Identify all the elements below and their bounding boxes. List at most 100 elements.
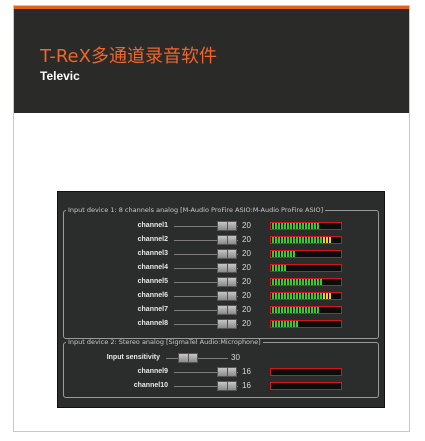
gain-value: 16	[242, 367, 251, 376]
gain-slider-knob[interactable]	[217, 235, 237, 245]
level-meter-segment	[290, 223, 292, 229]
level-meter-segment	[290, 293, 292, 299]
level-meter-segment	[299, 223, 301, 229]
level-meter-segment	[293, 223, 295, 229]
gain-value: 20	[242, 249, 251, 258]
level-meter-segment	[287, 237, 289, 243]
level-meter-segment	[329, 237, 331, 243]
level-meter-segment	[272, 279, 274, 285]
input-device-2-group: Input device 2: Stereo analog [SigmaTel …	[63, 338, 379, 398]
level-meter-segment	[323, 293, 325, 299]
level-meter	[270, 278, 342, 286]
level-meter-segment	[284, 307, 286, 313]
level-meter-segment	[287, 321, 289, 327]
level-meter-segment	[287, 251, 289, 257]
channel-label: channel6	[137, 292, 168, 299]
gain-slider-knob[interactable]	[217, 381, 237, 391]
input-device-1-group: Input device 1: 8 channels analog [M-Aud…	[63, 206, 379, 339]
level-meter-segment	[284, 321, 286, 327]
level-meter-segment	[278, 265, 280, 271]
input-sensitivity-slider[interactable]	[178, 353, 198, 363]
input-device-2-legend: Input device 2: Stereo analog [SigmaTel …	[68, 338, 261, 346]
gain-value: 16	[242, 381, 251, 390]
gain-slider-knob[interactable]	[217, 305, 237, 315]
level-meter-segment	[278, 251, 280, 257]
level-meter	[270, 250, 342, 258]
level-meter-segment	[272, 307, 274, 313]
level-meter-segment	[317, 307, 319, 313]
level-meter-segment	[314, 237, 316, 243]
level-meter-segment	[290, 237, 292, 243]
channel-label: channel7	[137, 306, 168, 313]
level-meter-segment	[302, 223, 304, 229]
level-meter-segment	[326, 293, 328, 299]
level-meter-segment	[278, 223, 280, 229]
level-meter-segment	[272, 321, 274, 327]
input-device-1-legend: Input device 1: 8 channels analog [M-Aud…	[68, 206, 324, 214]
level-meter-segment	[275, 321, 277, 327]
level-meter-segment	[320, 293, 322, 299]
channel-label: channel10	[133, 382, 168, 389]
level-meter-segment	[320, 237, 322, 243]
level-meter-segment	[296, 293, 298, 299]
level-meter-segment	[305, 293, 307, 299]
level-meter-segment	[272, 293, 274, 299]
level-meter-segment	[284, 293, 286, 299]
level-meter-segment	[290, 279, 292, 285]
gain-slider-knob[interactable]	[217, 319, 237, 329]
gain-slider-knob[interactable]	[217, 277, 237, 287]
level-meter-segment	[281, 237, 283, 243]
level-meter-segment	[281, 321, 283, 327]
level-meter	[270, 236, 342, 244]
level-meter-segment	[311, 237, 313, 243]
level-meter-segment	[275, 223, 277, 229]
level-meter-segment	[284, 279, 286, 285]
channel-row: channel7 20	[64, 304, 378, 316]
level-meter-segment	[278, 307, 280, 313]
level-meter	[270, 292, 342, 300]
channel-label: channel4	[137, 264, 168, 271]
level-meter-segment	[281, 279, 283, 285]
level-meter-segment	[308, 223, 310, 229]
level-meter-segment	[296, 223, 298, 229]
gain-slider-knob[interactable]	[217, 263, 237, 273]
level-meter-segment	[302, 279, 304, 285]
level-meter-segment	[311, 223, 313, 229]
level-meter-segment	[299, 237, 301, 243]
level-meter-segment	[275, 265, 277, 271]
level-meter	[270, 264, 342, 272]
level-meter-segment	[302, 307, 304, 313]
channel-row: channel5 20	[64, 276, 378, 288]
gain-slider-knob[interactable]	[217, 249, 237, 259]
channel-row: channel1 20	[64, 220, 378, 232]
channel-label: channel2	[137, 236, 168, 243]
level-meter-segment	[293, 321, 295, 327]
level-meter-segment	[311, 307, 313, 313]
level-meter-segment	[284, 265, 286, 271]
level-meter-segment	[311, 293, 313, 299]
level-meter-segment	[311, 279, 313, 285]
product-card: T-ReX多通道录音软件 Televic Input device 1: 8 c…	[13, 5, 410, 432]
level-meter-segment	[326, 237, 328, 243]
level-meter-segment	[284, 251, 286, 257]
level-meter	[270, 382, 342, 390]
level-meter-segment	[305, 237, 307, 243]
level-meter-segment	[314, 279, 316, 285]
gain-slider-knob[interactable]	[217, 367, 237, 377]
gain-slider-knob[interactable]	[217, 221, 237, 231]
level-meter-segment	[293, 307, 295, 313]
channel-label: channel1	[137, 222, 168, 229]
level-meter-segment	[317, 223, 319, 229]
channel-row: channel6 20	[64, 290, 378, 302]
level-meter-segment	[296, 307, 298, 313]
level-meter-segment	[329, 293, 331, 299]
gain-value: 20	[242, 263, 251, 272]
level-meter	[270, 320, 342, 328]
gain-slider-knob[interactable]	[217, 291, 237, 301]
level-meter-segment	[317, 237, 319, 243]
channel-label: channel9	[137, 368, 168, 375]
level-meter-segment	[314, 307, 316, 313]
channel-row: channel3 20	[64, 248, 378, 260]
input-sensitivity-row: Input sensitivity 30	[64, 352, 378, 364]
level-meter-segment	[296, 279, 298, 285]
